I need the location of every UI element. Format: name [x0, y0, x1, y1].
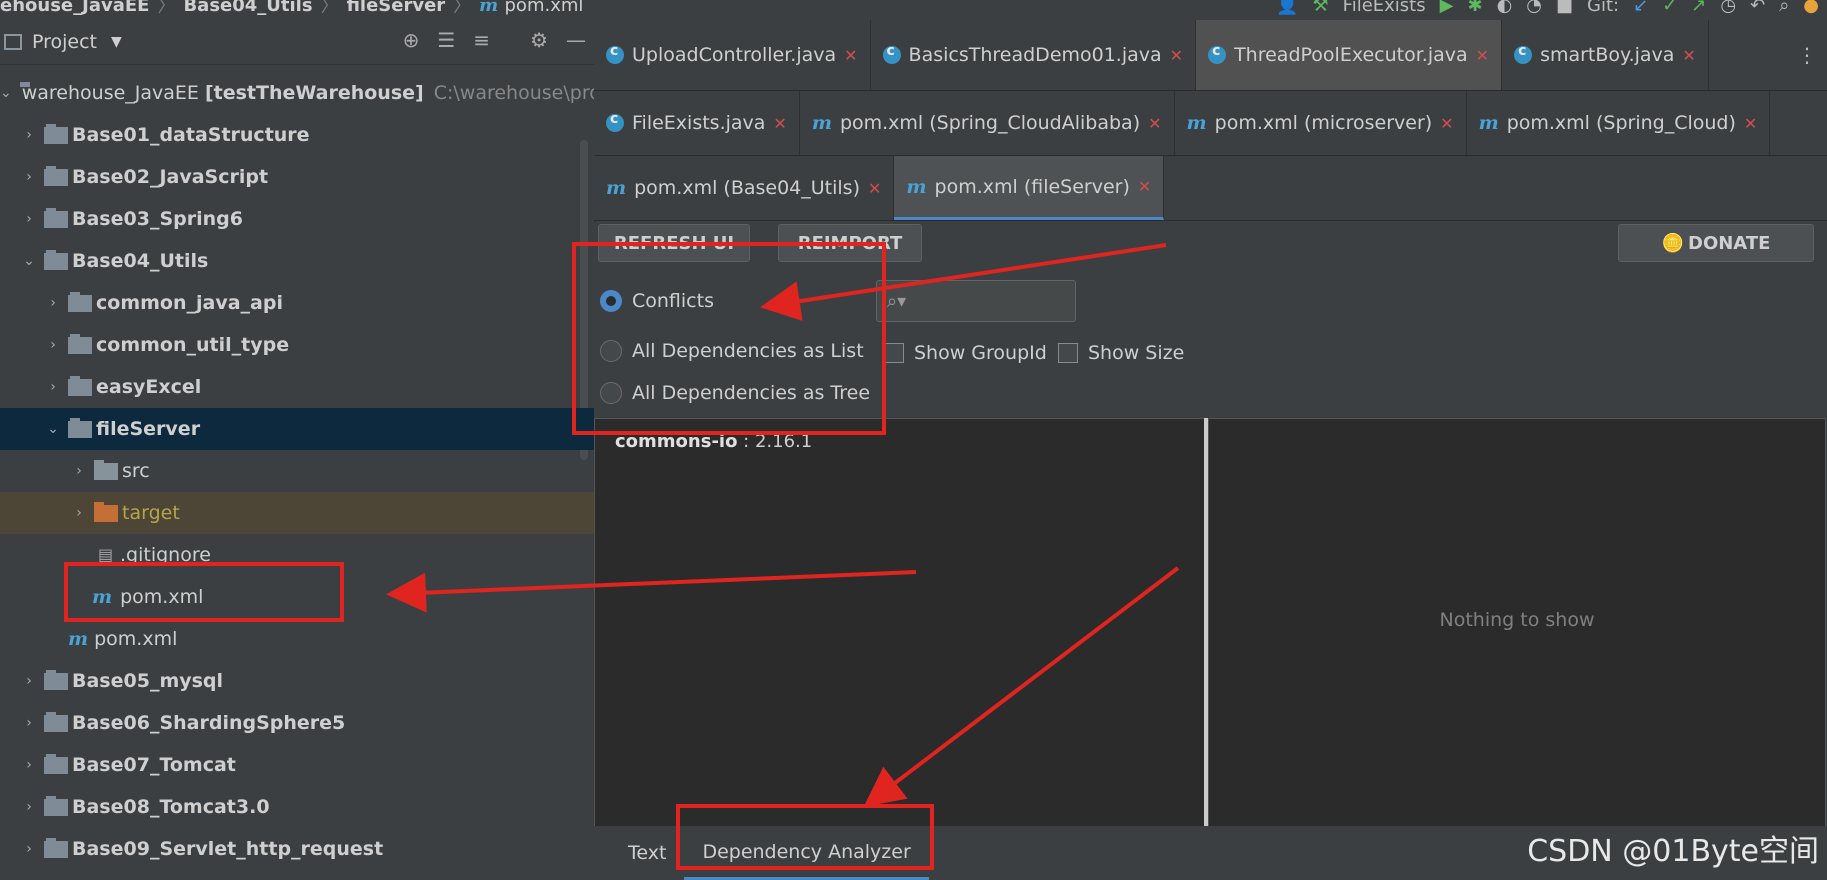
- arrow-to-conflicts: [760, 243, 1167, 321]
- arrow-to-pom: [386, 570, 917, 613]
- watermark: CSDN @01Byte空间: [1527, 834, 1819, 869]
- annotation-arrows: [386, 243, 1180, 807]
- arrow-to-analyzer-tab: [863, 566, 1180, 807]
